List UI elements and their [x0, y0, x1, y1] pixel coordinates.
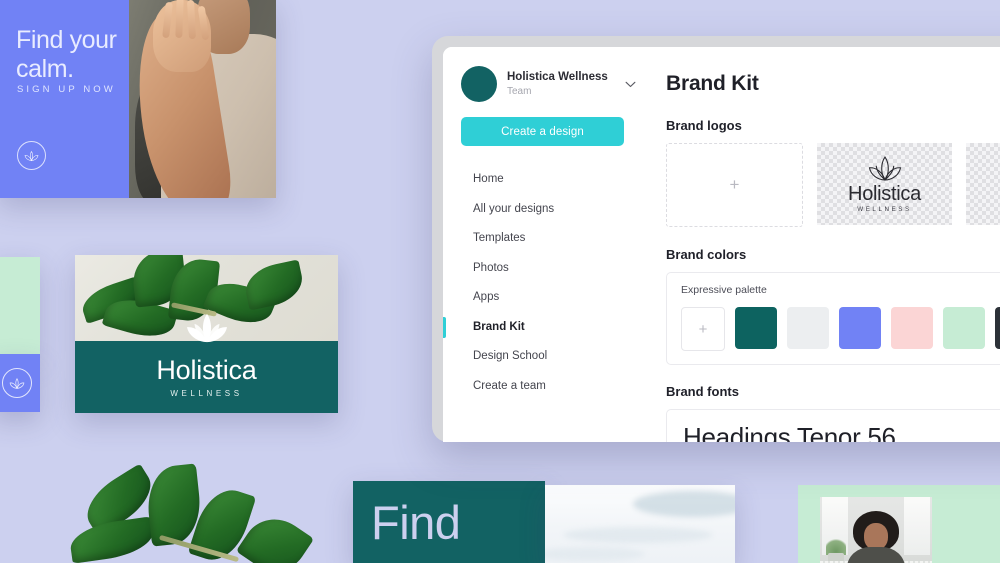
- brand-logos-title: Brand logos: [666, 118, 742, 133]
- sidebar-item-apps[interactable]: Apps: [443, 283, 652, 313]
- color-swatch-periwinkle[interactable]: [839, 307, 881, 349]
- sidebar-item-photos[interactable]: Photos: [443, 254, 652, 284]
- plus-icon: +: [698, 320, 708, 338]
- logo-tile-mark[interactable]: [966, 143, 1000, 225]
- add-color-swatch[interactable]: +: [681, 307, 725, 351]
- palette-name: Expressive palette: [681, 284, 767, 296]
- brand-fonts-title: Brand fonts: [666, 384, 739, 399]
- sidebar-item-home[interactable]: Home: [443, 165, 652, 195]
- find-banner: Find: [353, 481, 545, 563]
- brand-colors-title: Brand colors: [666, 247, 747, 262]
- brand-fonts-card[interactable]: Headings Tenor 56: [666, 409, 1000, 442]
- sidebar-item-templates[interactable]: Templates: [443, 224, 652, 254]
- plus-icon: +: [729, 175, 740, 194]
- font-heading-sample: Headings Tenor 56: [683, 422, 896, 442]
- brand-fonts-header: Brand fonts: [666, 384, 1000, 399]
- lotus-badge-icon: [2, 368, 32, 398]
- find-banner-photo: [545, 485, 735, 563]
- poster-cta-label: SIGN UP NOW: [17, 84, 116, 95]
- brand-logos-header: Brand logos: [666, 118, 1000, 133]
- swatch-row: +: [681, 307, 1000, 351]
- lotus-icon: [182, 311, 232, 345]
- brand-logos-row: + Holistica WELLNESS: [666, 143, 1000, 227]
- business-card-brand-name: Holistica: [156, 355, 257, 385]
- add-logo-tile[interactable]: +: [666, 143, 803, 227]
- color-swatch-off-white[interactable]: [787, 307, 829, 349]
- app-viewport: Holistica Wellness Team Create a design …: [443, 47, 1000, 442]
- poster-headline: Find your calm.: [16, 26, 117, 83]
- sidebar-item-brand-kit[interactable]: Brand Kit: [443, 313, 652, 343]
- page-title: Brand Kit: [666, 72, 759, 95]
- poster-text-pane: Find your calm. SIGN UP NOW: [0, 0, 129, 198]
- logo-tile-wordmark[interactable]: Holistica WELLNESS: [817, 143, 952, 225]
- sidebar-item-create-a-team[interactable]: Create a team: [443, 372, 652, 402]
- color-swatch-teal[interactable]: [735, 307, 777, 349]
- business-card-mockup: Holistica WELLNESS: [75, 255, 338, 413]
- create-a-design-button[interactable]: Create a design: [461, 117, 624, 146]
- poster-find-your-calm: Find your calm. SIGN UP NOW: [0, 0, 276, 198]
- account-name: Holistica Wellness: [507, 71, 608, 84]
- business-card-band: Holistica WELLNESS: [75, 341, 338, 413]
- portrait-photo-woman: [129, 0, 276, 198]
- chevron-down-icon[interactable]: [625, 77, 642, 91]
- mint-photo-block: [798, 485, 1000, 563]
- browser-window: Holistica Wellness Team Create a design …: [432, 36, 1000, 442]
- decorative-plant-sprig: [40, 450, 360, 563]
- poster-photo: [129, 0, 276, 198]
- periwinkle-accent-card: [0, 354, 40, 412]
- logo-wordmark: Holistica: [848, 183, 921, 205]
- color-swatch-blush-pink[interactable]: [891, 307, 933, 349]
- sidebar-item-design-school[interactable]: Design School: [443, 342, 652, 372]
- avatar: [461, 66, 497, 102]
- account-switcher[interactable]: Holistica Wellness Team: [461, 66, 642, 102]
- sidebar: Holistica Wellness Team Create a design …: [443, 47, 653, 442]
- studio-photo-woman: [820, 497, 932, 563]
- brand-colors-header: Brand colors Add new p: [666, 247, 1000, 262]
- account-role: Team: [507, 85, 532, 97]
- color-swatch-charcoal[interactable]: [995, 307, 1000, 349]
- color-swatch-mint[interactable]: [943, 307, 985, 349]
- logo-wordmark-sub: WELLNESS: [857, 206, 912, 213]
- find-banner-word: Find: [371, 496, 461, 549]
- main-content: Brand Kit Brand logos + Holistica WELLNE…: [652, 47, 1000, 442]
- sidebar-nav: Home All your designs Templates Photos A…: [443, 165, 652, 401]
- palette-card: Expressive palette +: [666, 272, 1000, 365]
- business-card-brand-sub: WELLNESS: [170, 389, 243, 398]
- promo-composition: Find your calm. SIGN UP NOW Holistica WE…: [0, 0, 1000, 563]
- mint-accent-card: [0, 257, 40, 356]
- lotus-badge-icon: [17, 141, 46, 170]
- sidebar-item-all-your-designs[interactable]: All your designs: [443, 195, 652, 225]
